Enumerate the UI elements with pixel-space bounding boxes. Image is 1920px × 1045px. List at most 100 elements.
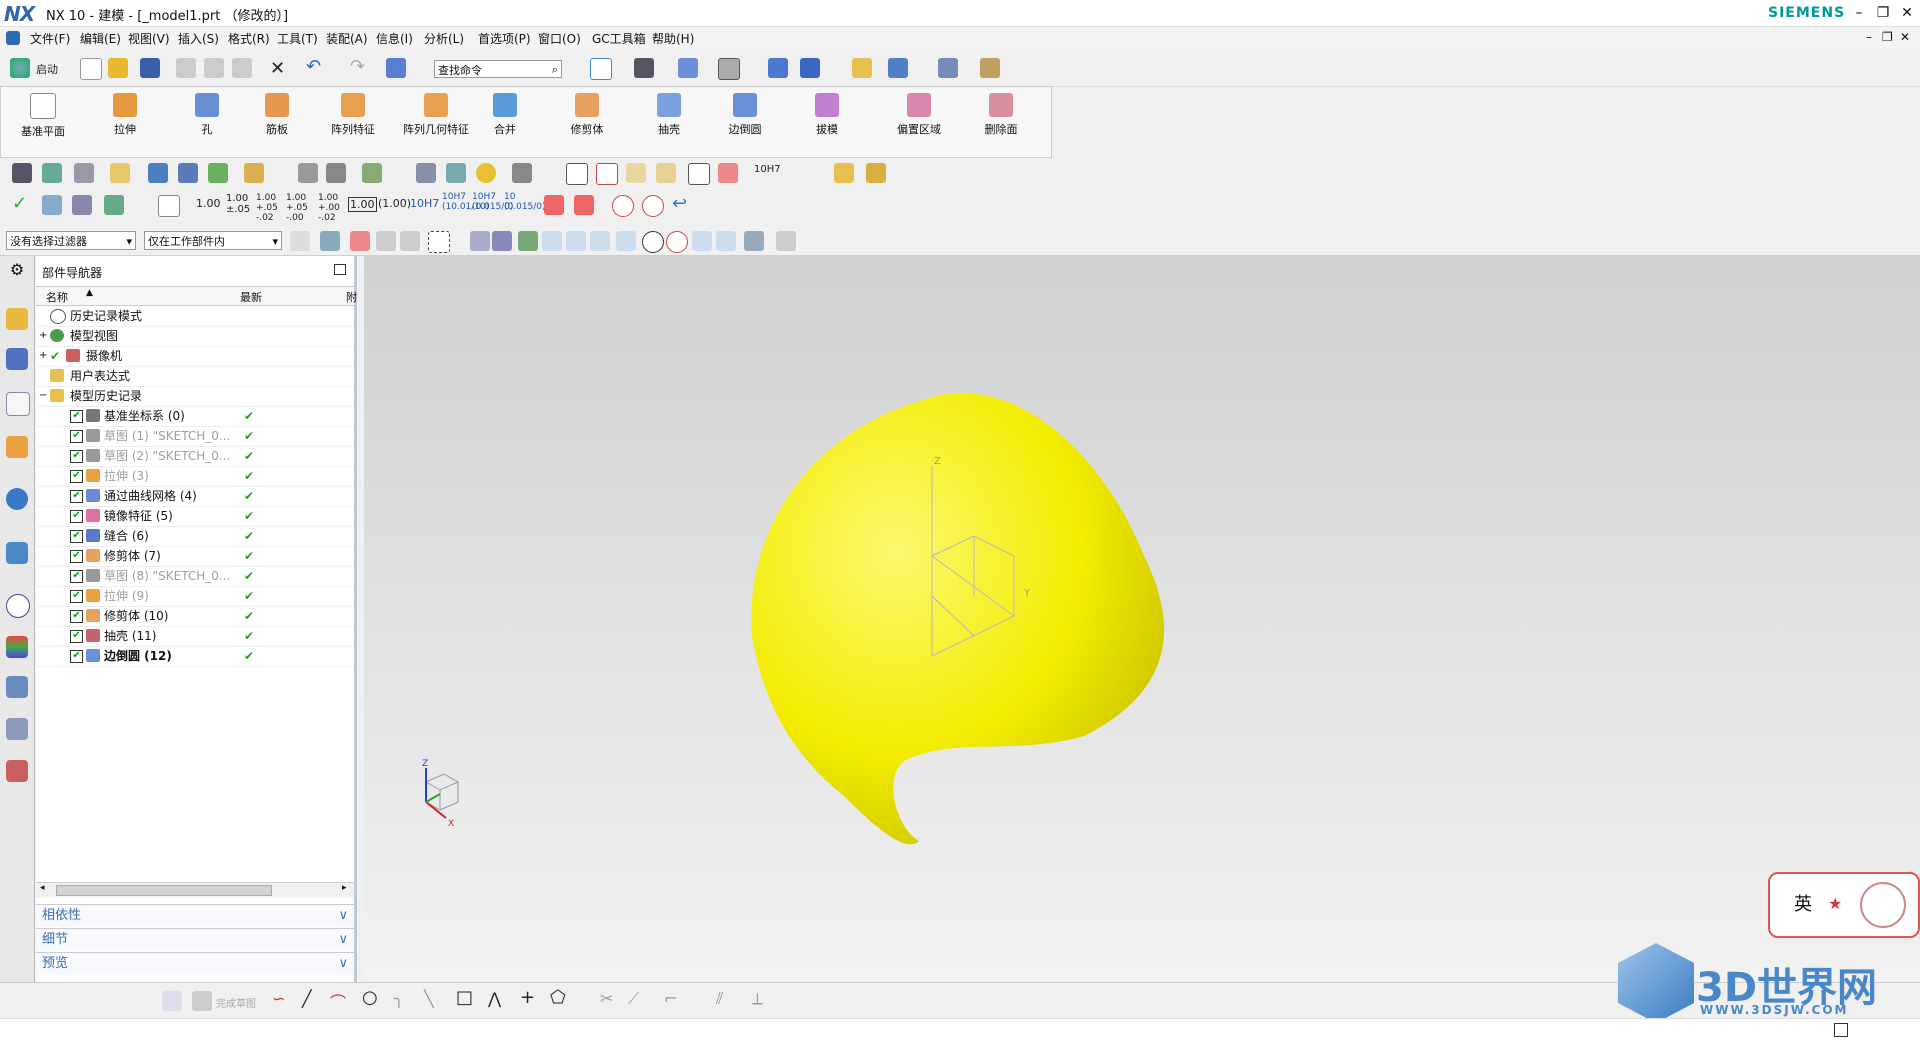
horizontal-scrollbar[interactable]: ◂ ▸ [36,882,354,897]
app-menu-icon[interactable] [6,31,20,45]
layer-visibility-icon[interactable] [74,163,94,183]
rectangle-icon[interactable]: □ [456,987,473,1008]
selection-scope-icon[interactable] [320,231,340,251]
tree-row-feature[interactable]: ✔ 拉伸 (9) ✔ [36,586,354,607]
tol-limit-3[interactable]: 1.00 +.00 -.02 [318,193,348,223]
point-icon[interactable]: + [520,987,535,1008]
ime-badge[interactable]: 英 ★ [1768,872,1920,938]
menu-tools[interactable]: 工具(T) [277,30,318,47]
doc-close-button[interactable]: ✕ [1900,30,1910,44]
attribute-icon[interactable] [178,163,198,183]
system-materials-icon[interactable] [6,636,28,658]
type-filter-select[interactable]: 没有选择过滤器 ▾ [6,231,136,250]
mirror-curve-icon[interactable]: ⟂ [752,989,763,1009]
check-icon[interactable]: ✓ [12,193,27,214]
snap-point-icon[interactable] [518,231,538,251]
tree-row-model-history[interactable]: − 模型历史记录 [36,386,354,407]
menu-gc-toolbox[interactable]: GC工具箱 [592,30,646,47]
gear-icon[interactable]: ⚙ [6,260,28,282]
point-on-curve-icon[interactable] [692,231,712,251]
doc-minimize-button[interactable]: – [1866,30,1872,44]
process-studio-icon[interactable] [6,676,28,698]
tol-fit-nominal[interactable]: 10 (0.015/0) [504,192,546,212]
edge-blend-button[interactable]: 边倒圆 [711,93,779,137]
expand-icon[interactable]: + [39,326,47,346]
note-icon[interactable] [688,163,710,185]
scope-select[interactable]: 仅在工作部件内 ▾ [144,231,282,250]
spring-icon[interactable] [446,163,466,183]
window-icon[interactable] [386,58,406,78]
full-screen-icon[interactable] [1834,1023,1848,1037]
scrollbar-thumb[interactable] [56,885,272,896]
trim-icon[interactable]: ✂ [600,989,613,1008]
dim-style-icon[interactable] [544,195,564,215]
unite-button[interactable]: 合并 [471,93,539,137]
section-view-icon[interactable] [768,58,788,78]
datum-plane-button[interactable]: 基准平面 [9,93,77,139]
control-point-icon[interactable] [590,231,610,251]
grid-icon[interactable] [72,195,92,215]
snap-icon[interactable] [938,58,958,78]
tol-nominal[interactable]: 1.00 [196,197,221,210]
component-icon[interactable] [866,163,886,183]
tol-fit-limits[interactable]: 10H7 (10.01/10) [442,192,489,212]
clip-view-icon[interactable] [800,58,820,78]
part-family-icon[interactable] [208,163,228,183]
make-corner-icon[interactable]: ⌐ [664,989,677,1008]
collapse-icon[interactable]: − [39,386,47,406]
cut-icon[interactable] [176,58,196,78]
line-icon[interactable]: ╱ [302,989,312,1008]
start-icon[interactable] [10,58,30,78]
column-extra-header[interactable]: 附 [346,289,357,305]
expand-icon[interactable]: + [39,346,47,366]
scroll-right-icon[interactable]: ▸ [342,883,347,893]
tol-limit-1[interactable]: 1.00 +.05 -.02 [256,193,286,223]
layer-settings-icon[interactable] [42,163,62,183]
fillet-icon[interactable]: ╮ [394,989,404,1008]
wcs-icon[interactable] [12,163,32,183]
feature-checkbox[interactable]: ✔ [70,590,83,603]
tree-row-feature[interactable]: ✔ 通过曲线网格 (4) ✔ [36,486,354,507]
graphics-window[interactable]: Z Y Z X 英 ★ [364,256,1920,982]
dimension-icon[interactable] [158,195,180,217]
start-button[interactable]: 启动 [36,61,58,77]
arc-center-icon[interactable] [642,231,664,253]
dim-edit-icon[interactable] [574,195,594,215]
polygon-shape-icon[interactable]: ⬠ [550,987,566,1008]
expression-icon[interactable] [244,163,264,183]
pattern-geometry-button[interactable]: 阵列几何特征 [401,93,471,137]
redo-icon[interactable]: ↷ [350,56,365,77]
tree-row-feature[interactable]: ✔ 拉伸 (3) ✔ [36,466,354,487]
extend-icon[interactable]: ⟋ [628,989,639,1009]
tol-bilateral[interactable]: 1.00 ±.05 [226,193,256,215]
select-all-icon[interactable] [400,231,420,251]
scroll-left-icon[interactable]: ◂ [40,883,45,893]
menu-preferences[interactable]: 首选项(P) [478,30,531,47]
feature-checkbox[interactable]: ✔ [70,550,83,563]
copy-icon[interactable] [204,58,224,78]
show-grid-icon[interactable] [776,231,796,251]
preview-panel[interactable]: 预览 ∨ [36,952,354,975]
tree-row-feature[interactable]: ✔ 缝合 (6) ✔ [36,526,354,547]
menu-assembly[interactable]: 装配(A) [326,30,368,47]
measure-icon[interactable] [980,58,1000,78]
undo-icon[interactable]: ↶ [306,56,321,77]
polygon-icon[interactable]: ⋀ [488,989,501,1008]
tree-row-feature[interactable]: ✔ 草图 (8) "SKETCH_0... ✔ [36,566,354,587]
command-search-input[interactable]: 查找命令 ⌕ [434,60,562,78]
tol-fit-values[interactable]: 10H7 (0.015/0) [472,192,514,212]
weld-icon[interactable] [718,163,738,183]
offset-region-button[interactable]: 偏置区域 [885,93,953,137]
mid-point-icon[interactable] [566,231,586,251]
chamfer-icon[interactable]: ╲ [424,989,434,1008]
curve-tool-icon[interactable] [298,163,318,183]
circle-icon[interactable]: ○ [362,987,378,1008]
details-panel[interactable]: 细节 ∨ [36,928,354,951]
show-hide-icon[interactable] [852,58,872,78]
symbol-icon[interactable] [656,163,676,183]
face-rule-icon[interactable] [470,231,490,251]
dependencies-panel[interactable]: 相依性 ∨ [36,904,354,927]
menu-format[interactable]: 格式(R) [228,30,270,47]
gear-tool-icon[interactable] [512,163,532,183]
close-button[interactable]: ✕ [1896,3,1918,23]
